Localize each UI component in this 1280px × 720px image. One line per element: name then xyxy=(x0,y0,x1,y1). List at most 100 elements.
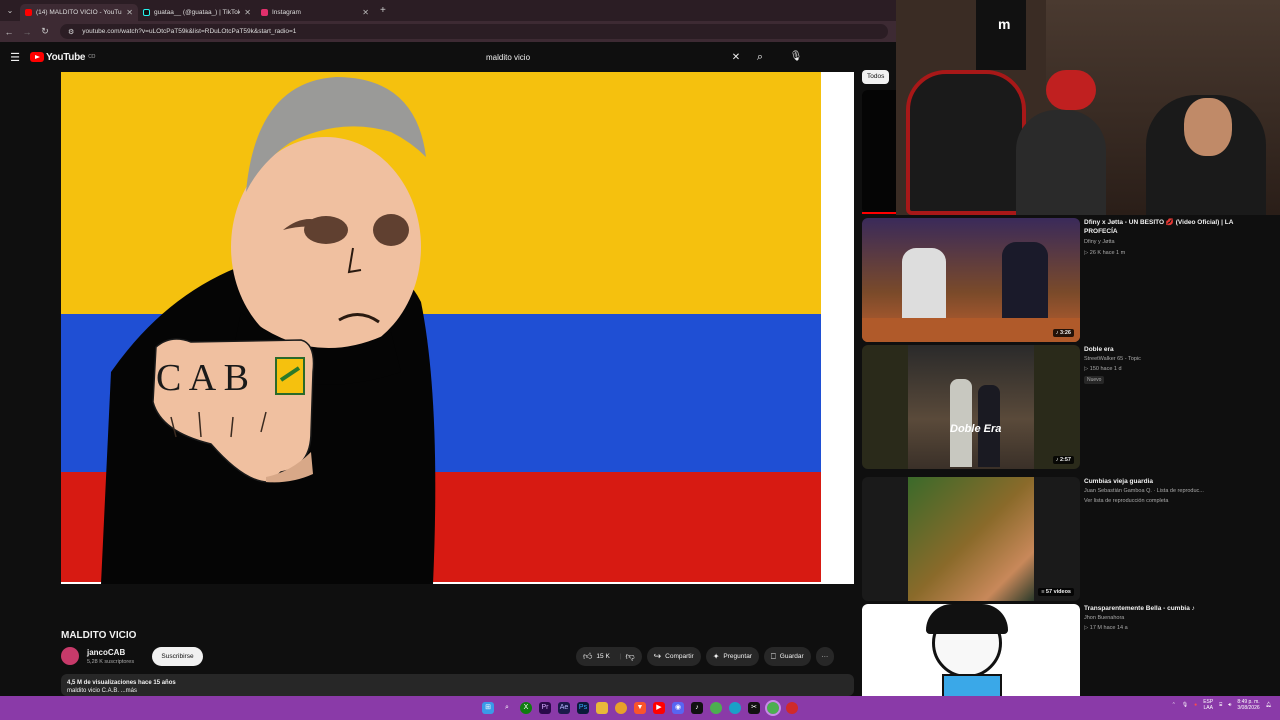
video-player[interactable]: C A B xyxy=(61,72,854,584)
recommendation-item[interactable]: Doble Era ♪ 2:57 Doble era StreetWalker … xyxy=(862,345,1272,471)
chrome-icon[interactable] xyxy=(710,702,722,714)
recommendation-title[interactable]: Dfiny x Jøtta - UN BESITO 💋 (Video Ofici… xyxy=(1084,218,1234,236)
recommendation-meta: ▷ 150 hace 1 d xyxy=(1084,366,1122,372)
youtube-play-icon xyxy=(30,52,44,62)
search-icon[interactable]: ⌕ xyxy=(501,702,513,714)
recommendation-channel[interactable]: Juan Sebastián Gamboa Q. · Lista de repr… xyxy=(1084,488,1204,494)
tiktok-icon[interactable]: ♪ xyxy=(691,702,703,714)
ask-button[interactable]: ✦ Preguntar xyxy=(705,647,759,666)
microphone-icon[interactable]: 🎙 xyxy=(786,47,806,67)
save-button[interactable]: ⎕ Guardar xyxy=(763,647,811,666)
after-effects-icon[interactable]: Ae xyxy=(558,702,570,714)
recommendation-title[interactable]: Transparentemente Bella - cumbia ♪ xyxy=(1084,604,1234,613)
country-code: CO xyxy=(88,54,96,60)
thumbs-up-icon: 👍︎ xyxy=(583,651,593,661)
xbox-icon[interactable]: X xyxy=(520,702,532,714)
person-right-face xyxy=(1184,98,1232,156)
close-icon[interactable]: ✕ xyxy=(244,8,251,17)
red-tray-icon[interactable]: ● xyxy=(1194,702,1197,708)
channel-name[interactable]: jancoCAB xyxy=(87,648,125,657)
watch-progress-bar xyxy=(862,212,896,214)
search-input[interactable]: maldito vicio xyxy=(476,53,726,62)
windows-start-icon[interactable]: ⊞ xyxy=(482,702,494,714)
chrome-canary-icon[interactable] xyxy=(615,702,627,714)
menu-hamburger-icon[interactable]: ☰ xyxy=(0,51,30,64)
duration-badge: ♪ 3:26 xyxy=(1052,329,1074,337)
tab-instagram[interactable]: Instagram ✕ xyxy=(256,4,374,21)
discord-icon[interactable]: ◉ xyxy=(672,702,684,714)
tab-tiktok[interactable]: guataa__ (@guataa_) | TikTok ✕ xyxy=(138,4,256,21)
video-thumbnail[interactable] xyxy=(862,604,1080,696)
new-tab-plus-icon[interactable]: + xyxy=(380,5,386,16)
tab-label: guataa__ (@guataa_) | TikTok xyxy=(154,9,241,16)
view-full-playlist-link[interactable]: Ver lista de reproducción completa xyxy=(1084,498,1168,504)
folder-icon[interactable] xyxy=(596,702,608,714)
close-icon[interactable]: ✕ xyxy=(126,8,133,17)
close-icon[interactable]: ✕ xyxy=(362,8,369,17)
search-box: maldito vicio ✕ ⌕ xyxy=(476,47,774,67)
sidebar-top-thumbnail[interactable] xyxy=(862,90,896,214)
description-box[interactable]: 4,5 M de visualizaciones hace 15 años ma… xyxy=(61,674,854,696)
forward-arrow-icon[interactable]: → xyxy=(18,27,36,37)
brave-icon[interactable]: ▼ xyxy=(634,702,646,714)
thumbs-down-icon[interactable]: 👎︎ xyxy=(625,651,634,662)
youtube-app-icon[interactable]: ▶ xyxy=(653,702,665,714)
recommendation-title[interactable]: Doble era xyxy=(1084,345,1234,354)
clear-search-icon[interactable]: ✕ xyxy=(726,52,746,63)
playlist-item[interactable]: ≡ 57 videos Cumbias vieja guardia Juan S… xyxy=(862,477,1272,603)
share-button[interactable]: ↪ Compartir xyxy=(646,647,701,666)
view-count-line: 4,5 M de visualizaciones hace 15 años xyxy=(67,680,176,686)
app-red-icon[interactable] xyxy=(786,702,798,714)
filter-chip-all[interactable]: Todos xyxy=(862,70,890,84)
recommendation-item[interactable]: ♪ 3:26 Dfiny x Jøtta - UN BESITO 💋 (Vide… xyxy=(862,218,1272,344)
recommendation-title[interactable]: Cumbias vieja guardia xyxy=(1084,477,1234,486)
red-chair-back xyxy=(1046,70,1096,110)
more-actions-button[interactable]: ··· xyxy=(815,647,835,666)
url-field[interactable]: ⚙ youtube.com/watch?v=uLOtcPaT59k&list=R… xyxy=(60,24,888,39)
video-thumbnail[interactable]: Doble Era ♪ 2:57 xyxy=(862,345,1080,469)
edge-icon[interactable] xyxy=(729,702,741,714)
channel-avatar[interactable] xyxy=(61,647,79,665)
tray-chevron-icon[interactable]: ⌃ xyxy=(1172,702,1176,708)
like-button[interactable]: 👍︎ 15 K | 👎︎ xyxy=(576,647,642,666)
search-icon[interactable]: ⌕ xyxy=(746,51,774,64)
language-indicator[interactable]: ESP LAA xyxy=(1203,699,1213,711)
volume-icon[interactable]: 🔊︎ xyxy=(1228,702,1231,708)
back-arrow-icon[interactable]: ← xyxy=(0,27,18,37)
thumbnail-caption: Doble Era xyxy=(950,423,1002,435)
gaming-chair xyxy=(906,70,1026,215)
network-icon[interactable]: ⌸ xyxy=(1219,702,1222,708)
video-thumbnail[interactable]: ♪ 3:26 xyxy=(862,218,1080,342)
thumbnail-artwork xyxy=(908,477,1034,601)
divider: | xyxy=(619,653,622,660)
playlist-thumbnail[interactable]: ≡ 57 videos xyxy=(862,477,1080,601)
thumbnail-drawing-hair xyxy=(926,604,1008,634)
knuckle-letters: C A B xyxy=(156,357,249,399)
subscribe-button[interactable]: Suscribirse xyxy=(152,647,203,666)
keyboard-layout: LAA xyxy=(1203,705,1213,711)
share-label: Compartir xyxy=(665,653,694,660)
premiere-icon[interactable]: Pr xyxy=(539,702,551,714)
notifications-bell-icon[interactable]: 🔔︎ xyxy=(1266,702,1272,708)
subscriber-count: 5,28 K suscriptores xyxy=(87,659,135,665)
recommendation-channel[interactable]: Jhon Buenahora xyxy=(1084,615,1124,621)
tab-list-chevron-icon[interactable]: ⌄ xyxy=(0,6,20,15)
chrome-active-icon[interactable] xyxy=(765,700,781,716)
tab-youtube[interactable]: (14) MALDITO VICIO - YouTube ✕ xyxy=(20,4,138,21)
recommendation-item[interactable]: Transparentemente Bella - cumbia ♪ Jhon … xyxy=(862,604,1272,696)
cartoon-character-illustration: C A B xyxy=(101,77,436,584)
clock[interactable]: 8:49 p. m. 3/08/2026 xyxy=(1237,699,1259,711)
youtube-logo[interactable]: YouTube CO xyxy=(30,52,95,63)
video-title: MALDITO VICIO xyxy=(61,630,137,641)
recommendation-channel[interactable]: StreetWalker 65 - Topic xyxy=(1084,356,1141,362)
bookmark-icon: ⎕ xyxy=(770,651,776,661)
capcut-icon[interactable]: ✂ xyxy=(748,702,760,714)
video-count-badge: ≡ 57 videos xyxy=(1038,588,1074,596)
new-badge: Nuevo xyxy=(1084,376,1105,384)
microphone-tray-icon[interactable]: 🎙 xyxy=(1182,702,1188,708)
photoshop-icon[interactable]: Ps xyxy=(577,702,589,714)
duration-badge: ♪ 2:57 xyxy=(1052,456,1074,464)
reload-icon[interactable]: ↻ xyxy=(36,26,54,37)
recommendation-channel[interactable]: Dfiny y Jøtta xyxy=(1084,239,1115,245)
site-info-icon[interactable]: ⚙ xyxy=(68,28,74,36)
